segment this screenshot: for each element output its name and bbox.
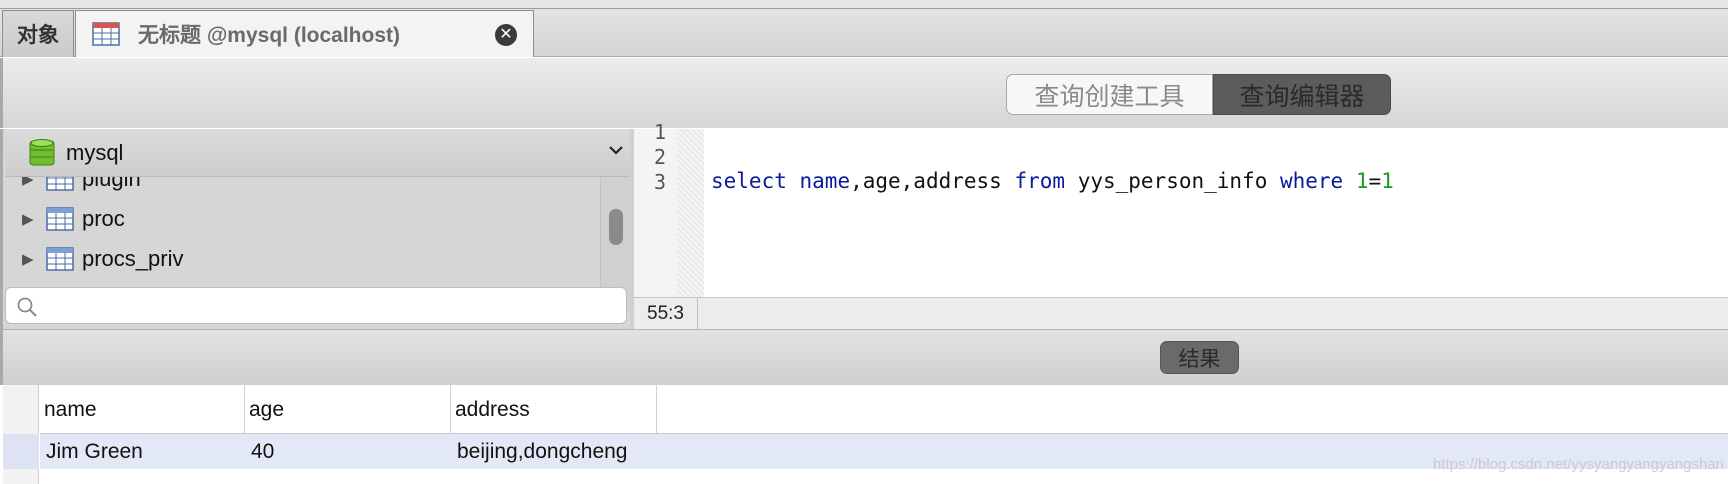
- sql-operator: =: [1368, 169, 1382, 193]
- table-icon: [46, 207, 74, 231]
- query-editor-button[interactable]: 查询编辑器: [1213, 74, 1391, 115]
- tree-item-label: plugin: [82, 177, 141, 191]
- scroll-thumb[interactable]: [609, 209, 623, 245]
- database-selector-value: mysql: [66, 139, 124, 165]
- fold-gutter: [677, 129, 704, 297]
- results-grid: name age address Jim Green 40 beijing,do…: [0, 385, 1728, 484]
- watermark: https://blog.csdn.net/yysyangyangyangsha…: [1432, 456, 1724, 473]
- sql-table-name: yys_person_info: [1065, 169, 1280, 193]
- disclosure-triangle-icon[interactable]: ▶: [22, 177, 36, 188]
- cursor-position: 55:3: [634, 298, 698, 329]
- search-icon: [17, 297, 37, 317]
- code-line[interactable]: select name,age,address from yys_person_…: [711, 169, 1394, 193]
- sql-columns: ,age,address: [850, 169, 1015, 193]
- disclosure-triangle-icon[interactable]: ▶: [22, 250, 36, 268]
- query-editor-label: 查询编辑器: [1239, 82, 1365, 111]
- tab-results-label: 结果: [1178, 347, 1221, 371]
- tree-item-label: proc: [82, 206, 125, 231]
- mode-bar: 查询创建工具 查询编辑器: [0, 58, 1728, 128]
- sql-keyword: where: [1279, 169, 1344, 193]
- grid-header: name age address: [40, 385, 657, 434]
- column-header-address[interactable]: address: [451, 385, 657, 434]
- table-cell[interactable]: beijing,dongcheng: [451, 434, 757, 469]
- database-selector[interactable]: mysql: [6, 129, 633, 177]
- results-bar: 结果: [0, 329, 1728, 385]
- search-input[interactable]: [46, 291, 616, 320]
- object-search[interactable]: [5, 287, 627, 324]
- tree-item[interactable]: ▶ proc: [6, 199, 600, 239]
- tab-query[interactable]: 无标题 @mysql (localhost) ✕: [75, 10, 534, 57]
- line-number: 2: [653, 145, 666, 169]
- database-icon: [29, 138, 55, 165]
- sql-number: 1: [1355, 169, 1369, 193]
- query-builder-button[interactable]: 查询创建工具: [1006, 74, 1213, 115]
- column-header-age[interactable]: age: [245, 385, 451, 434]
- table-cell[interactable]: Jim Green: [40, 434, 245, 469]
- tree-item[interactable]: ▶ plugin: [6, 177, 600, 199]
- line-number: 1: [653, 120, 666, 144]
- close-icon[interactable]: ✕: [495, 24, 517, 46]
- selected-row-marker[interactable]: [3, 434, 39, 469]
- table-icon: [46, 247, 74, 271]
- disclosure-triangle-icon[interactable]: ▶: [22, 210, 36, 228]
- table-icon: [46, 177, 74, 191]
- column-header-name[interactable]: name: [40, 385, 245, 434]
- tree-item-label: procs_priv: [82, 246, 184, 271]
- tree-item[interactable]: ▶ procs_priv: [6, 239, 600, 279]
- sql-keyword: select: [711, 169, 787, 193]
- query-builder-label: 查询创建工具: [1034, 82, 1185, 111]
- tab-results[interactable]: 结果: [1160, 341, 1239, 374]
- table-grid-icon: [92, 22, 120, 46]
- tab-query-title: 无标题 @mysql (localhost): [138, 24, 401, 47]
- line-gutter: 1 2 3: [634, 120, 677, 297]
- sql-keyword: from: [1014, 169, 1066, 193]
- sql-keyword: name: [799, 169, 851, 193]
- sql-editor[interactable]: 1 2 3 select name,age,address from yys_p…: [634, 120, 1728, 297]
- tab-strip: 对象 无标题 @mysql (localhost) ✕: [0, 0, 1728, 57]
- tab-objects[interactable]: 对象: [2, 10, 74, 57]
- editor-status-bar: 55:3: [634, 297, 1728, 329]
- table-cell[interactable]: 40: [245, 434, 451, 469]
- tab-objects-label: 对象: [17, 24, 59, 47]
- sql-number: 1: [1381, 169, 1394, 193]
- chevron-down-icon: [609, 146, 623, 155]
- line-number: 3: [653, 170, 666, 194]
